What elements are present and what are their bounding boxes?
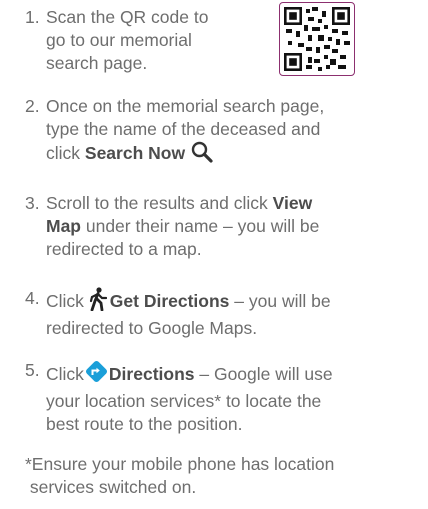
search-icon bbox=[191, 141, 213, 169]
step-text: Once on the memorial search page, type t… bbox=[46, 95, 426, 169]
view-map-label: View bbox=[272, 193, 313, 213]
step-text: Scroll to the results and click View Map… bbox=[46, 193, 320, 259]
step-number: 4. bbox=[25, 288, 40, 308]
footnote: *Ensure your mobile phone has location s… bbox=[25, 454, 335, 497]
step-number: 5. bbox=[25, 360, 40, 380]
step-number: 1. bbox=[25, 7, 40, 27]
walking-person-icon bbox=[89, 287, 107, 317]
search-now-label: Search Now bbox=[84, 143, 186, 163]
directions-diamond-icon bbox=[84, 359, 109, 390]
qr-code[interactable] bbox=[279, 2, 355, 76]
step-text: Scan the QR code to go to our memorial s… bbox=[46, 7, 209, 73]
step-number: 2. bbox=[25, 96, 40, 116]
step-text: Click Get Directions – you will be redir… bbox=[46, 287, 426, 340]
view-map-label-cont: Map bbox=[46, 216, 81, 236]
directions-label: Directions bbox=[108, 364, 195, 384]
get-directions-label: Get Directions bbox=[109, 291, 230, 311]
step-text: Click Directions – Google will use your l… bbox=[46, 359, 426, 436]
qr-code-icon bbox=[284, 7, 350, 71]
step-number: 3. bbox=[25, 193, 40, 213]
